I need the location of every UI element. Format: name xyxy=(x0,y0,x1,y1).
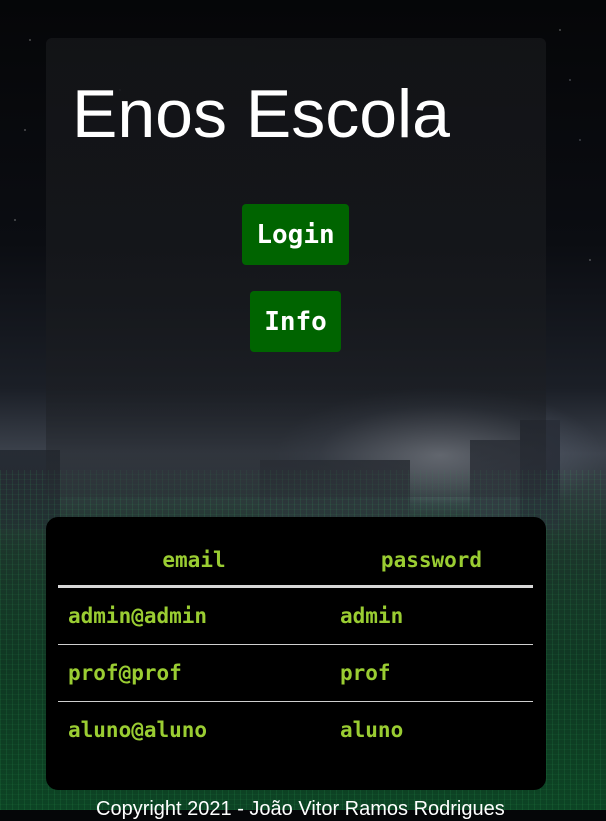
email-cell: aluno@aluno xyxy=(68,718,208,742)
table-row: admin@admin admin xyxy=(58,586,533,645)
email-cell: prof@prof xyxy=(58,644,330,702)
page-title: Enos Escola xyxy=(72,76,450,152)
password-cell: aluno xyxy=(340,718,404,742)
column-header-password: password xyxy=(330,535,533,588)
email-cell: admin@admin xyxy=(58,586,330,645)
table-row: prof@prof prof xyxy=(58,644,533,702)
credentials-table: email password admin@admin admin prof@pr… xyxy=(58,535,533,758)
column-header-email: email xyxy=(58,535,330,588)
password-cell: prof xyxy=(330,644,533,702)
credentials-card: email password admin@admin admin prof@pr… xyxy=(46,517,546,790)
password-cell: admin xyxy=(330,586,533,645)
info-button[interactable]: Info xyxy=(250,291,341,352)
table-row: aluno@aluno aluno xyxy=(58,702,533,759)
table-header-row: email password xyxy=(58,535,533,588)
login-button[interactable]: Login xyxy=(242,204,349,265)
